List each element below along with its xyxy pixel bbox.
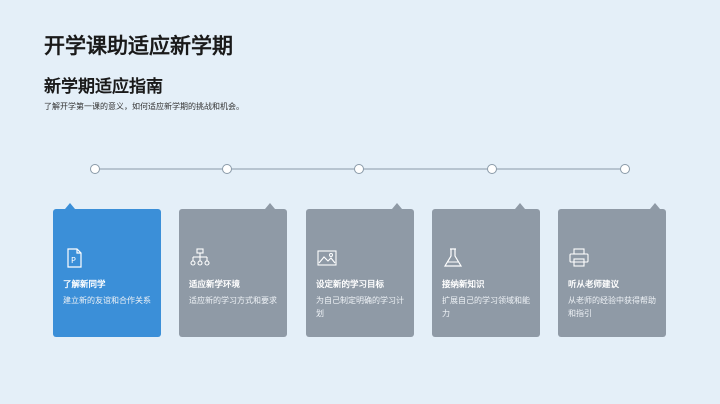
card-description: 扩展自己的学习领域和能力 <box>442 296 530 318</box>
timeline-node <box>354 164 364 174</box>
card-notch <box>650 203 660 209</box>
card-accept-knowledge[interactable]: 接纳新知识 扩展自己的学习领域和能力 <box>432 203 540 337</box>
image-icon <box>317 250 337 266</box>
ppt-file-icon: P <box>67 248 82 268</box>
card-title: 设定新的学习目标 <box>316 280 385 290</box>
card-meet-classmates[interactable]: P 了解新同学 建立新的友谊和合作关系 <box>53 203 161 337</box>
timeline <box>90 164 630 174</box>
card-notch <box>65 203 75 209</box>
card-description: 适应新的学习方式和要求 <box>189 296 277 305</box>
printer-icon <box>569 248 589 267</box>
flask-icon <box>443 248 463 267</box>
card-notch <box>392 203 402 209</box>
card-title: 听从老师建议 <box>568 280 620 290</box>
svg-text:P: P <box>71 256 76 265</box>
card-set-goals[interactable]: 设定新的学习目标 为自己制定明确的学习计划 <box>306 203 414 337</box>
card-adapt-environment[interactable]: 适应新学环境 适应新的学习方式和要求 <box>179 203 287 337</box>
timeline-node <box>487 164 497 174</box>
card-teacher-advice[interactable]: 听从老师建议 从老师的经验中获得帮助和指引 <box>558 203 666 337</box>
timeline-node <box>222 164 232 174</box>
timeline-node <box>90 164 100 174</box>
card-title: 适应新学环境 <box>189 280 241 290</box>
card-notch <box>265 203 275 209</box>
org-chart-icon <box>190 248 210 266</box>
card-title: 了解新同学 <box>63 280 106 290</box>
card-title: 接纳新知识 <box>442 280 485 290</box>
card-description: 从老师的经验中获得帮助和指引 <box>568 296 656 318</box>
card-description: 为自己制定明确的学习计划 <box>316 296 404 318</box>
card-notch <box>515 203 525 209</box>
card-description: 建立新的友谊和合作关系 <box>63 296 151 305</box>
timeline-node <box>620 164 630 174</box>
